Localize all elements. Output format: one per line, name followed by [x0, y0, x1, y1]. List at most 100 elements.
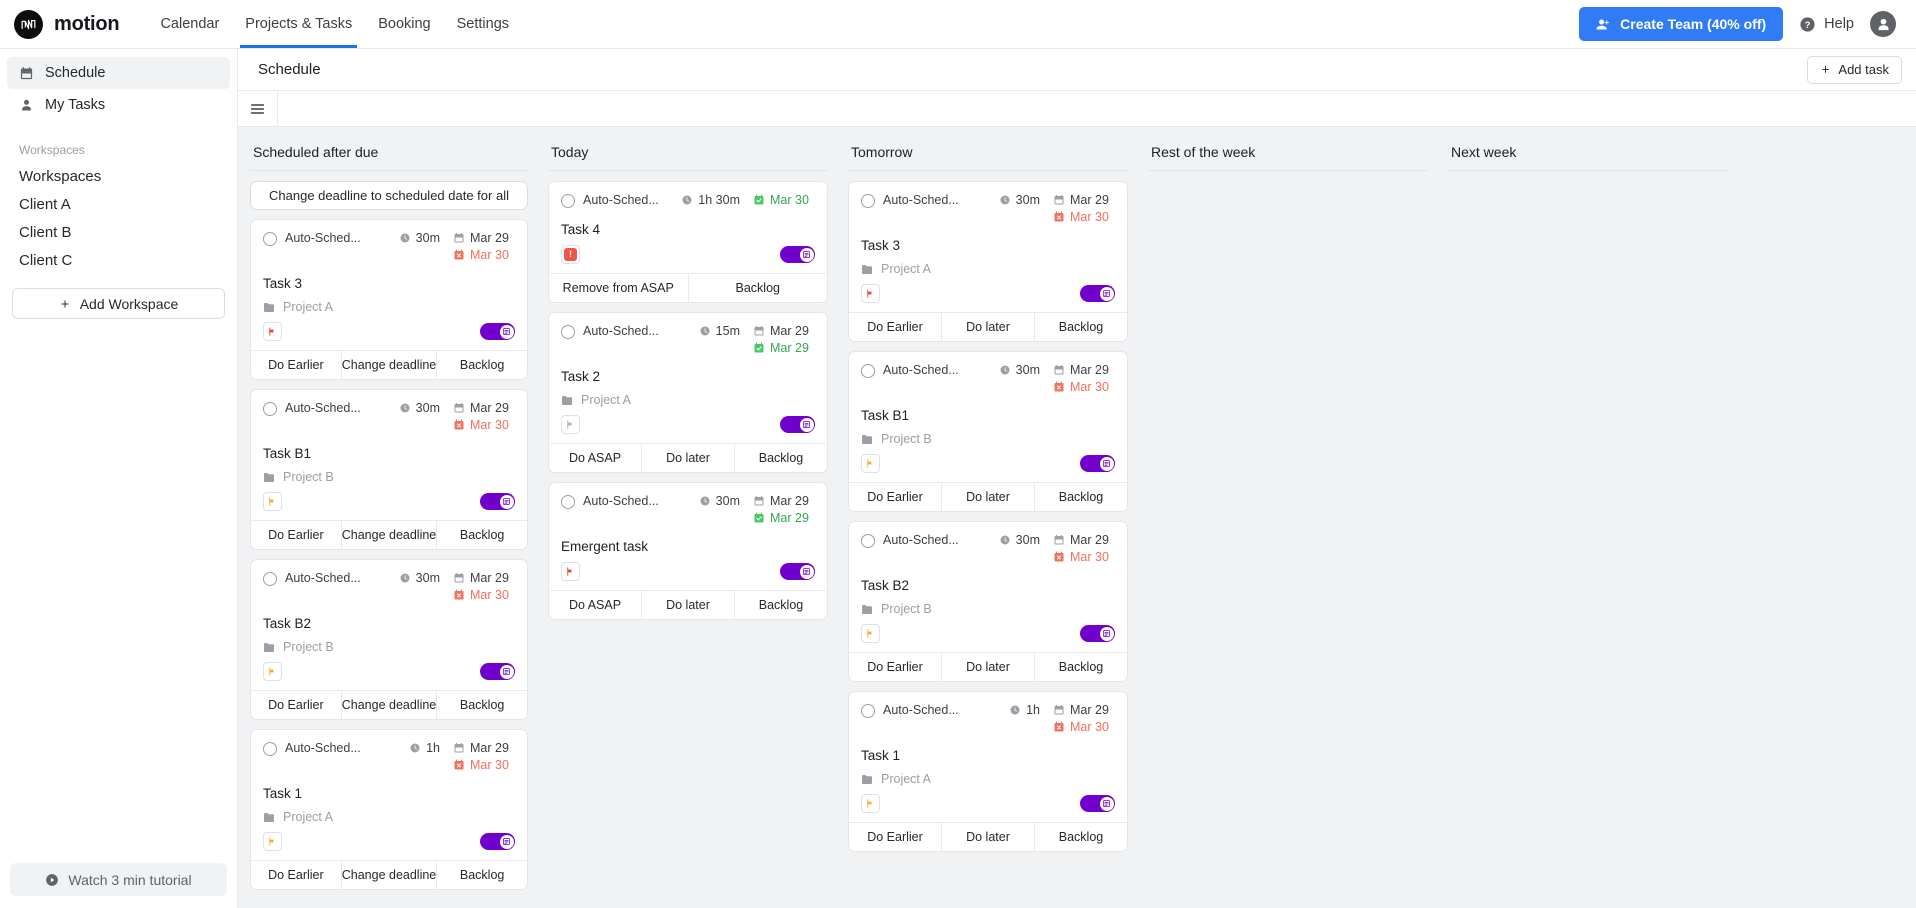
task-title[interactable]: Task 3 [263, 276, 515, 291]
task-title[interactable]: Emergent task [561, 539, 815, 554]
priority-flag-button[interactable] [263, 322, 282, 341]
task-title[interactable]: Task 4 [561, 222, 815, 237]
asap-priority-button[interactable]: ! [561, 245, 580, 264]
sidebar-workspace-client-b[interactable]: Client B [0, 218, 237, 246]
task-card[interactable]: Auto-Sched... 15m Mar 29 Mar 29 Task 2 Projec… [548, 312, 828, 473]
task-action-do-later[interactable]: Do later [941, 653, 1034, 681]
task-scheduled-date[interactable]: Mar 30 [453, 758, 509, 772]
auto-schedule-label[interactable]: Auto-Sched... [285, 231, 361, 245]
task-action-backlog[interactable]: Backlog [734, 591, 827, 619]
task-action-do-earlier[interactable]: Do Earlier [251, 861, 341, 889]
priority-flag-button[interactable] [861, 284, 880, 303]
task-project[interactable]: Project A [561, 393, 815, 407]
task-action-do-earlier[interactable]: Do Earlier [849, 823, 941, 851]
task-deadline-date[interactable]: Mar 29 [453, 401, 509, 415]
task-duration[interactable]: 30m [999, 193, 1040, 207]
create-team-button[interactable]: Create Team (40% off) [1579, 7, 1784, 41]
auto-schedule-label[interactable]: Auto-Sched... [285, 571, 361, 585]
priority-flag-button[interactable] [263, 832, 282, 851]
task-scheduled-date[interactable]: Mar 30 [453, 418, 509, 432]
task-card[interactable]: Auto-Sched... 30m Mar 29 Mar 30 Task B2 Proje… [250, 559, 528, 720]
task-project[interactable]: Project A [263, 810, 515, 824]
task-complete-checkbox[interactable] [861, 364, 875, 378]
auto-schedule-toggle[interactable] [780, 563, 815, 580]
priority-flag-button[interactable] [861, 454, 880, 473]
task-scheduled-date[interactable]: Mar 30 [1053, 210, 1109, 224]
task-complete-checkbox[interactable] [263, 232, 277, 246]
task-duration[interactable]: 1h [1009, 703, 1040, 717]
task-duration[interactable]: 1h [409, 741, 440, 755]
task-action-do-later[interactable]: Do later [941, 483, 1034, 511]
task-action-change-deadline[interactable]: Change deadline [340, 521, 437, 549]
task-action-do-later[interactable]: Do later [941, 823, 1034, 851]
task-title[interactable]: Task B1 [263, 446, 515, 461]
task-title[interactable]: Task 2 [561, 369, 815, 384]
task-project[interactable]: Project B [861, 432, 1115, 446]
add-task-button[interactable]: Add task [1807, 55, 1902, 84]
task-action-do-earlier[interactable]: Do Earlier [251, 521, 341, 549]
tab-projects-tasks[interactable]: Projects & Tasks [232, 0, 365, 48]
task-action-backlog[interactable]: Backlog [436, 691, 527, 719]
task-card[interactable]: Auto-Sched... 1h Mar 29 Mar 30 Task 1 Project… [848, 691, 1128, 852]
task-complete-checkbox[interactable] [561, 495, 575, 509]
auto-schedule-label[interactable]: Auto-Sched... [285, 741, 361, 755]
task-project[interactable]: Project B [263, 640, 515, 654]
task-complete-checkbox[interactable] [861, 534, 875, 548]
task-title[interactable]: Task B2 [263, 616, 515, 631]
task-complete-checkbox[interactable] [263, 572, 277, 586]
task-scheduled-date[interactable]: Mar 29 [753, 511, 809, 525]
task-action-backlog[interactable]: Backlog [436, 861, 527, 889]
task-complete-checkbox[interactable] [263, 402, 277, 416]
task-complete-checkbox[interactable] [561, 194, 575, 208]
task-action-backlog[interactable]: Backlog [687, 274, 827, 302]
task-action-backlog[interactable]: Backlog [436, 351, 527, 379]
task-action-backlog[interactable]: Backlog [436, 521, 527, 549]
task-card[interactable]: Auto-Sched... 30m Mar 29 Mar 30 Task 3 Projec… [848, 181, 1128, 342]
task-deadline-date[interactable]: Mar 29 [1053, 703, 1109, 717]
auto-schedule-toggle[interactable] [780, 416, 815, 433]
task-action-backlog[interactable]: Backlog [1034, 313, 1127, 341]
task-scheduled-date[interactable]: Mar 29 [753, 341, 809, 355]
auto-schedule-label[interactable]: Auto-Sched... [285, 401, 361, 415]
auto-schedule-label[interactable]: Auto-Sched... [883, 533, 959, 547]
task-duration[interactable]: 30m [399, 571, 440, 585]
priority-flag-button[interactable] [561, 562, 580, 581]
task-deadline-date[interactable]: Mar 29 [453, 571, 509, 585]
task-duration[interactable]: 30m [399, 401, 440, 415]
auto-schedule-label[interactable]: Auto-Sched... [583, 494, 659, 508]
task-project[interactable]: Project A [861, 262, 1115, 276]
task-duration[interactable]: 15m [699, 324, 740, 338]
priority-flag-button[interactable] [263, 492, 282, 511]
task-deadline-date[interactable]: Mar 29 [453, 741, 509, 755]
task-complete-checkbox[interactable] [561, 325, 575, 339]
task-deadline-date[interactable]: Mar 29 [453, 231, 509, 245]
priority-flag-button[interactable] [263, 662, 282, 681]
task-action-do-later[interactable]: Do later [641, 591, 734, 619]
tab-booking[interactable]: Booking [365, 0, 443, 48]
task-duration[interactable]: 30m [999, 363, 1040, 377]
task-card[interactable]: Auto-Sched... 30m Mar 29 Mar 30 Task B2 Proje… [848, 521, 1128, 682]
task-project[interactable]: Project B [263, 470, 515, 484]
auto-schedule-toggle[interactable] [480, 833, 515, 850]
task-action-do-earlier[interactable]: Do Earlier [849, 483, 941, 511]
auto-schedule-toggle[interactable] [480, 493, 515, 510]
brand[interactable]: motion [14, 9, 120, 39]
task-action-remove-from-asap[interactable]: Remove from ASAP [549, 274, 688, 302]
change-deadline-for-all-button[interactable]: Change deadline to scheduled date for al… [250, 181, 528, 210]
task-scheduled-date[interactable]: Mar 30 [453, 248, 509, 262]
task-action-change-deadline[interactable]: Change deadline [340, 691, 437, 719]
auto-schedule-toggle[interactable] [1080, 455, 1115, 472]
task-action-do-later[interactable]: Do later [641, 444, 734, 472]
sidebar-item-my-tasks[interactable]: My Tasks [7, 89, 230, 121]
auto-schedule-label[interactable]: Auto-Sched... [883, 193, 959, 207]
task-action-do-earlier[interactable]: Do Earlier [251, 691, 341, 719]
task-duration[interactable]: 30m [699, 494, 740, 508]
task-action-backlog[interactable]: Backlog [734, 444, 827, 472]
auto-schedule-label[interactable]: Auto-Sched... [583, 324, 659, 338]
task-title[interactable]: Task 1 [263, 786, 515, 801]
task-title[interactable]: Task 1 [861, 748, 1115, 763]
task-card[interactable]: Auto-Sched... 30m Mar 29 Mar 30 Task 3 Projec… [250, 219, 528, 380]
tab-calendar[interactable]: Calendar [147, 0, 232, 48]
task-scheduled-date[interactable]: Mar 30 [453, 588, 509, 602]
add-workspace-button[interactable]: Add Workspace [12, 288, 225, 319]
